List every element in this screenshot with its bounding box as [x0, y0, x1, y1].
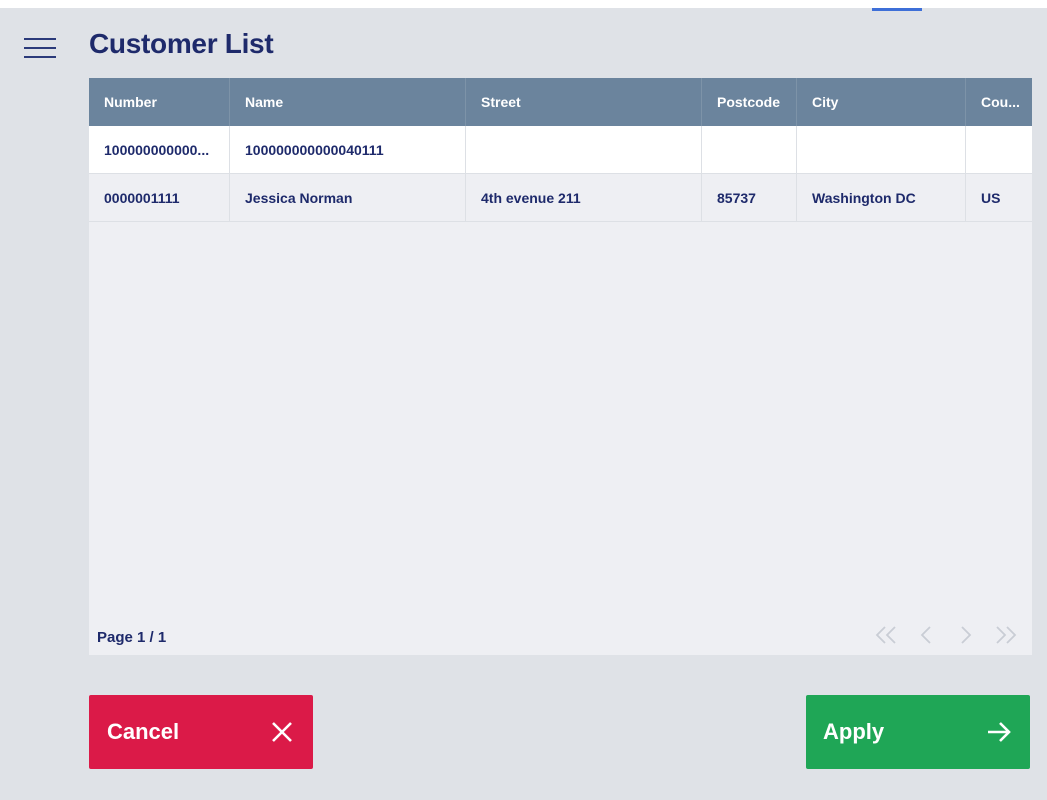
cell-street: [466, 126, 702, 173]
page-indicator: Page 1 / 1: [97, 629, 167, 646]
next-page-icon[interactable]: [948, 619, 984, 651]
column-header-name[interactable]: Name: [230, 78, 466, 126]
table-header-row: Number Name Street Postcode City Cou...: [89, 78, 1032, 126]
cell-name: 100000000000040111: [230, 126, 466, 173]
cancel-button[interactable]: Cancel: [89, 695, 313, 769]
arrow-right-icon: [984, 717, 1014, 747]
cell-city: Washington DC: [797, 174, 966, 221]
hamburger-menu-icon[interactable]: [22, 34, 58, 64]
column-header-street[interactable]: Street: [466, 78, 702, 126]
cell-city: [797, 126, 966, 173]
app-screen: Customer List Number Name Street Postcod…: [0, 8, 1047, 800]
cell-postcode: [702, 126, 797, 173]
cell-number: 0000001111: [89, 174, 230, 221]
cell-name: Jessica Norman: [230, 174, 466, 221]
last-page-icon[interactable]: [988, 619, 1024, 651]
cell-street: 4th evenue 211: [466, 174, 702, 221]
column-header-country[interactable]: Cou...: [966, 78, 1032, 126]
apply-button[interactable]: Apply: [806, 695, 1030, 769]
table-row[interactable]: 0000001111 Jessica Norman 4th evenue 211…: [89, 174, 1032, 222]
pagination-controls: [868, 619, 1024, 651]
first-page-icon[interactable]: [868, 619, 904, 651]
top-accent-bar: [872, 8, 922, 11]
page-title: Customer List: [89, 28, 274, 59]
cell-postcode: 85737: [702, 174, 797, 221]
cell-number: 100000000000...: [89, 126, 230, 173]
column-header-postcode[interactable]: Postcode: [702, 78, 797, 126]
apply-button-label: Apply: [823, 719, 885, 744]
close-icon: [267, 717, 297, 747]
cell-country: [966, 126, 1032, 173]
table-row[interactable]: 100000000000... 100000000000040111: [89, 126, 1032, 174]
cell-country: US: [981, 189, 1001, 206]
customer-table: Number Name Street Postcode City Cou... …: [89, 78, 1032, 655]
cancel-button-label: Cancel: [107, 719, 180, 744]
column-header-number[interactable]: Number: [89, 78, 230, 126]
previous-page-icon[interactable]: [908, 619, 944, 651]
column-header-city[interactable]: City: [797, 78, 966, 126]
